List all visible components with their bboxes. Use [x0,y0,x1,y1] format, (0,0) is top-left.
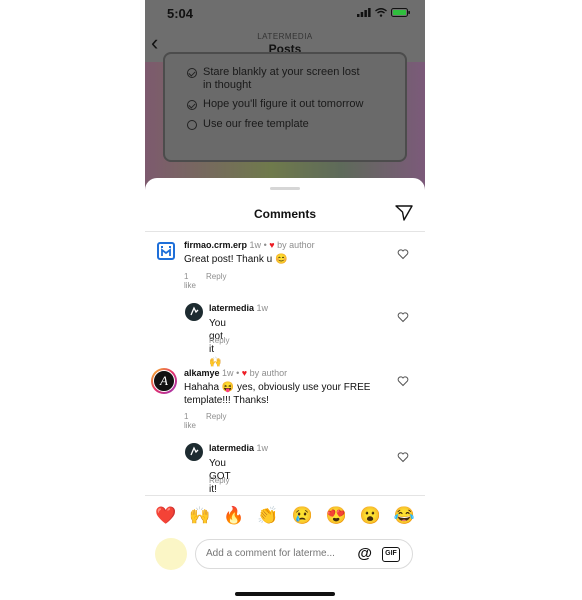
comment-username[interactable]: latermedia [209,443,254,453]
empty-circle-icon [187,120,197,130]
comment-actions: 1 like Reply [184,412,226,430]
heart-icon[interactable] [397,375,409,387]
comment-header: latermedia 1w [209,303,268,313]
avatar[interactable] [185,443,203,461]
signal-icon [357,8,371,17]
emoji-laughing[interactable]: 😂 [394,506,415,526]
checkmark-icon [187,100,197,110]
comment-header: latermedia 1w [209,443,268,453]
comment-age: 1w [222,368,234,378]
comment-input[interactable] [206,548,351,559]
avatar[interactable] [185,303,203,321]
checkmark-icon [187,68,197,78]
brand-logo-icon [190,306,199,316]
reply-button[interactable]: Reply [206,412,226,430]
checklist-item: Stare blankly at your screen lost in tho… [187,66,367,92]
liked-by-author: by author [249,368,288,378]
avatar[interactable]: A [151,368,177,394]
comment-composer[interactable]: @ GIF [195,539,413,569]
nav-subtitle: LATERMEDIA [257,32,313,41]
comment-text: Great post! Thank u 😊 [184,254,288,265]
emoji-fire[interactable]: 🔥 [223,506,244,526]
status-bar: 5:04 [145,0,425,28]
comment-actions: Reply [209,476,229,485]
brand-logo-icon [161,246,171,256]
liked-by-author: by author [277,240,315,250]
wifi-icon [375,8,387,17]
comment-username[interactable]: alkamye [184,368,220,378]
home-indicator [235,592,335,596]
emoji-heart[interactable]: ❤️ [155,506,176,526]
comment-age: 1w [256,443,269,453]
emoji-heart-eyes[interactable]: 😍 [326,506,347,526]
comment-text: Hahaha 😝 yes, obviously use your FREE te… [184,382,371,406]
reply-button[interactable]: Reply [206,272,226,290]
emoji-raised-hands[interactable]: 🙌 [189,506,210,526]
checklist-item-label: Hope you'll figure it out tomorrow [203,98,364,110]
reply-button[interactable]: Reply [209,476,229,485]
like-count[interactable]: 1 like [184,412,196,430]
comment-username[interactable]: latermedia [209,303,254,313]
separator-dot: • [236,368,240,378]
emoji-divider [145,495,425,496]
checklist-item: Use our free template [187,118,309,130]
emoji-crying[interactable]: 😢 [291,506,312,526]
current-user-avatar [155,538,187,570]
heart-icon[interactable] [397,451,409,463]
comment-username[interactable]: firmao.crm.erp [184,240,247,250]
status-time: 5:04 [167,6,194,21]
sheet-title: Comments [253,207,316,221]
comment-header: alkamye 1w • ♥ by author [184,368,287,378]
status-icons [357,8,411,17]
post-checklist-card: Stare blankly at your screen lost in tho… [163,52,407,162]
like-count[interactable]: 1 like [184,272,196,290]
avatar-image: A [153,370,175,392]
comment-age: 1w [256,303,269,313]
avatar[interactable] [157,242,175,260]
battery-icon [391,8,410,17]
share-send-icon[interactable] [395,205,413,221]
emoji-surprised[interactable]: 😮 [360,506,381,526]
comment-age: 1w [249,240,262,250]
comment-header: firmao.crm.erp 1w • ♥ by author [184,240,315,250]
comments-sheet: Comments firmao.crm.erp 1w • ♥ by author… [145,178,425,600]
reply-button[interactable]: Reply [209,336,229,345]
brand-logo-icon [190,446,199,456]
header-divider [145,231,425,232]
gif-icon[interactable]: GIF [382,547,400,562]
liked-heart-icon: ♥ [241,368,248,378]
liked-heart-icon: ♥ [269,240,275,250]
drag-handle[interactable] [270,187,300,190]
heart-icon[interactable] [397,311,409,323]
emoji-clap[interactable]: 👏 [257,506,278,526]
checklist-item-label: Stare blankly at your screen lost in tho… [203,66,360,91]
phone-screen: 5:04 ‹ LATERMEDIA Posts Stare blankly at… [145,0,425,600]
checklist-item: Hope you'll figure it out tomorrow [187,98,363,110]
comment-actions: Reply [209,336,229,345]
quick-emoji-bar: ❤️ 🙌 🔥 👏 😢 😍 😮 😂 [155,506,415,526]
checklist-item-label: Use our free template [203,118,309,130]
background-post-view: 5:04 ‹ LATERMEDIA Posts Stare blankly at… [145,0,425,200]
heart-icon[interactable] [397,248,409,260]
separator-dot: • [263,240,267,250]
comment-actions: 1 like Reply [184,272,226,290]
mention-icon[interactable]: @ [357,546,372,562]
